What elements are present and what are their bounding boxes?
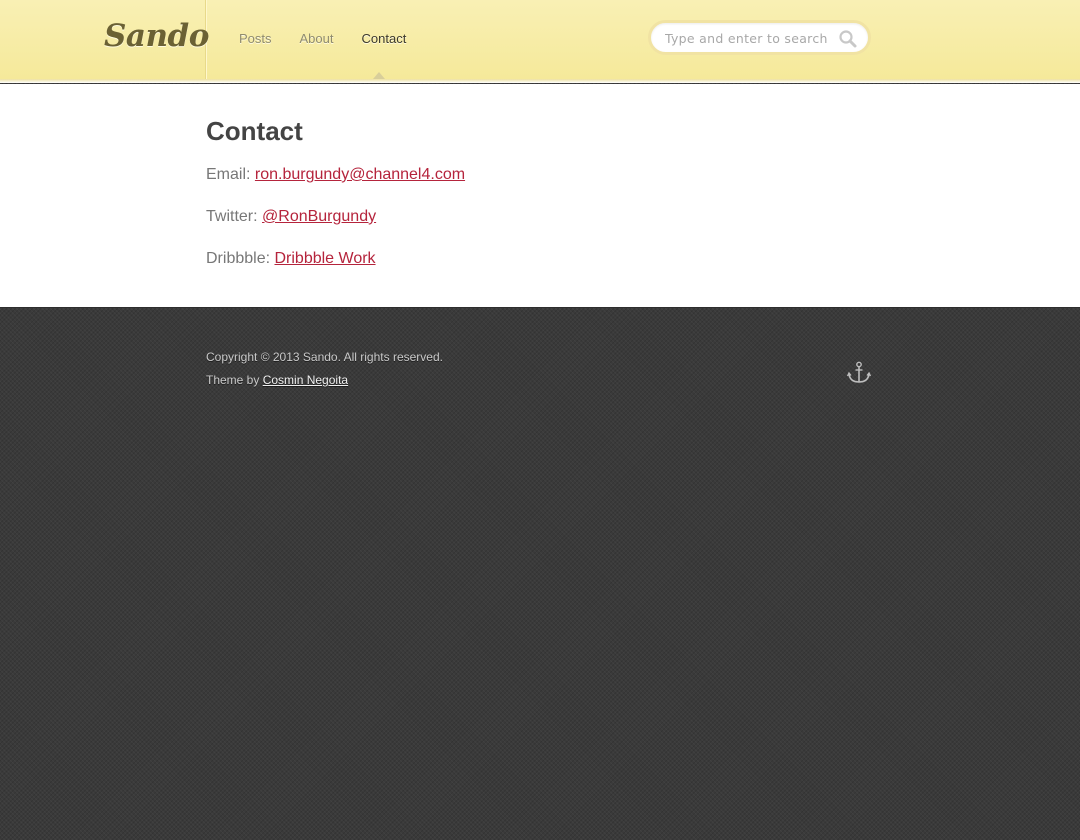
contact-row-twitter: Twitter: @RonBurgundy: [206, 208, 376, 226]
twitter-label: Twitter:: [206, 208, 258, 225]
active-nav-indicator: [373, 72, 385, 79]
theme-author-link[interactable]: Cosmin Negoita: [263, 373, 348, 387]
search-icon[interactable]: [838, 29, 858, 49]
main-content: Contact Email: ron.burgundy@channel4.com…: [0, 84, 1080, 308]
search-input[interactable]: [665, 28, 835, 48]
search-box: [648, 20, 871, 55]
main-nav: Posts About Contact: [239, 31, 434, 46]
logo-container: Sando: [0, 0, 209, 79]
site-logo[interactable]: Sando: [104, 18, 209, 54]
nav-item-contact[interactable]: Contact: [362, 31, 407, 46]
email-label: Email:: [206, 166, 251, 183]
twitter-link[interactable]: @RonBurgundy: [262, 208, 376, 225]
site-header: Sando Posts About Contact: [0, 0, 1080, 83]
anchor-icon[interactable]: [846, 360, 872, 386]
dribbble-label: Dribbble:: [206, 250, 271, 267]
nav-item-about[interactable]: About: [300, 31, 334, 46]
dribbble-link[interactable]: Dribbble Work: [274, 250, 375, 267]
theme-prefix: Theme by: [206, 373, 260, 387]
footer-credit: Theme by Cosmin Negoita: [206, 373, 348, 387]
email-link[interactable]: ron.burgundy@channel4.com: [255, 166, 465, 183]
footer-copyright: Copyright © 2013 Sando. All rights reser…: [206, 350, 443, 364]
nav-item-posts[interactable]: Posts: [239, 31, 272, 46]
page-title: Contact: [206, 116, 303, 146]
contact-row-dribbble: Dribbble: Dribbble Work: [206, 250, 376, 268]
contact-row-email: Email: ron.burgundy@channel4.com: [206, 166, 465, 184]
